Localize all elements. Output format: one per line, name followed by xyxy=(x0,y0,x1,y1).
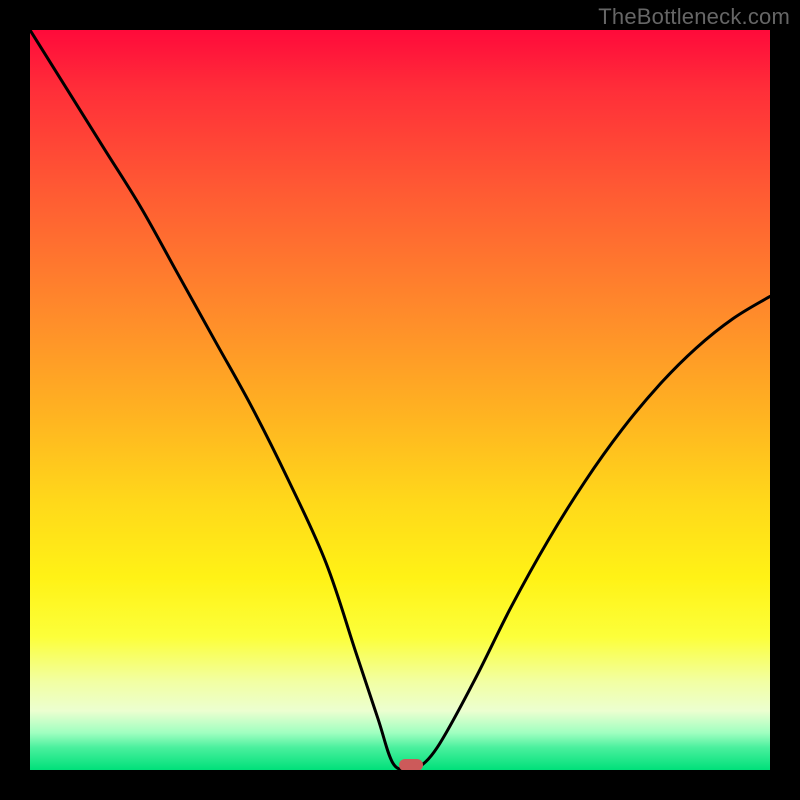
optimal-marker xyxy=(399,759,423,770)
bottleneck-curve xyxy=(30,30,770,770)
chart-frame: TheBottleneck.com xyxy=(0,0,800,800)
watermark-text: TheBottleneck.com xyxy=(598,4,790,30)
plot-area xyxy=(30,30,770,770)
